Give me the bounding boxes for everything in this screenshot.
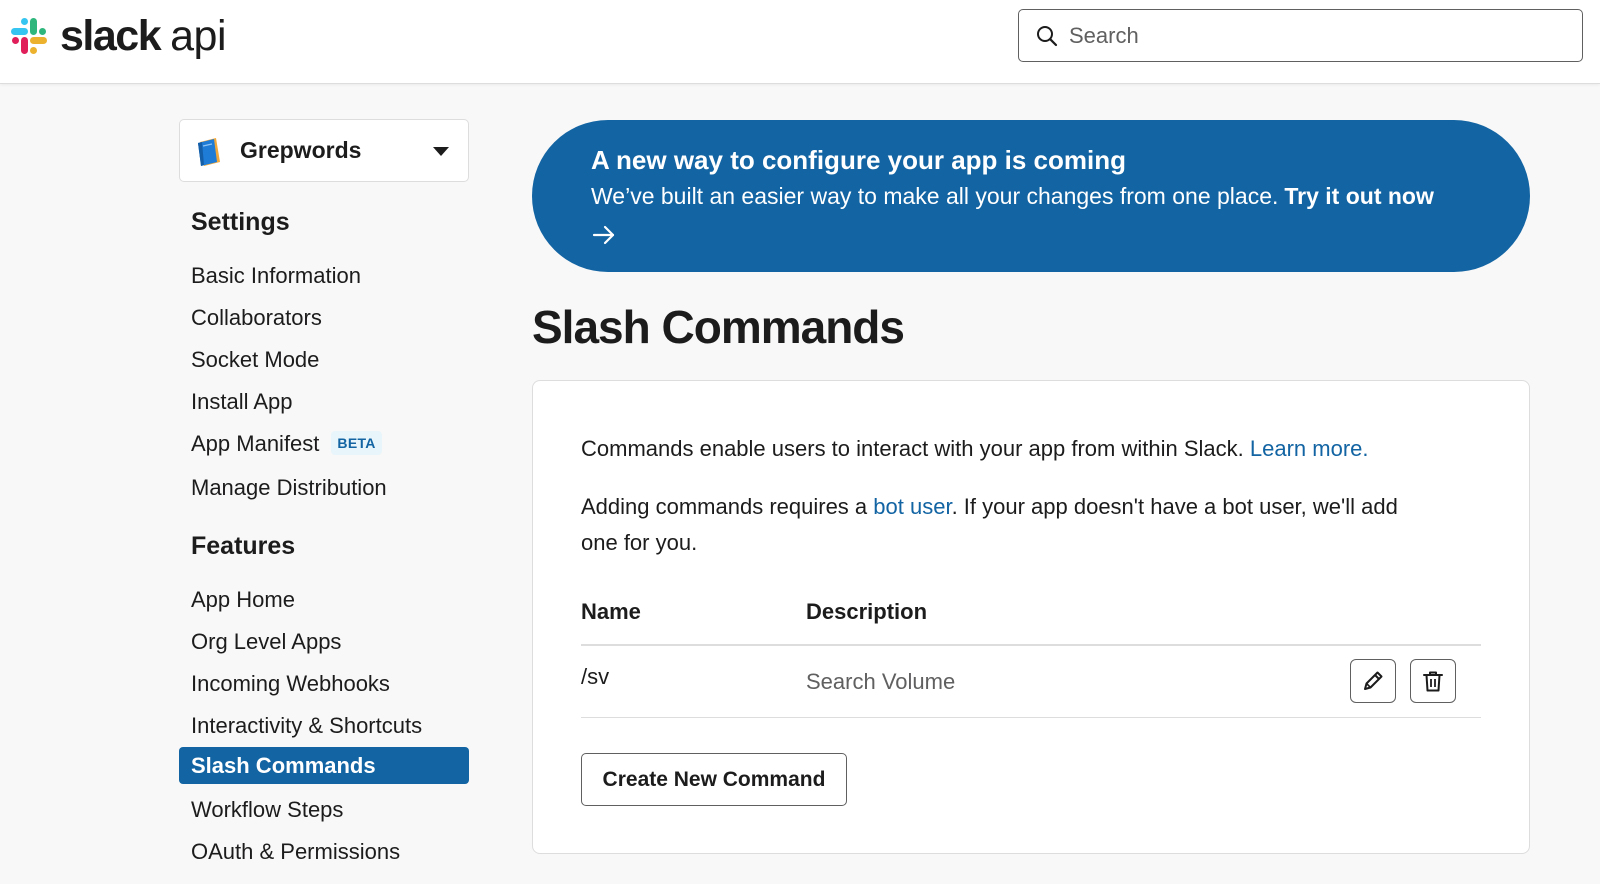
create-new-command-button[interactable]: Create New Command [581, 753, 847, 806]
sidebar-item-basic-information[interactable]: Basic Information [191, 263, 361, 289]
sidebar-item-install-app[interactable]: Install App [191, 389, 293, 415]
sidebar-item-app-home[interactable]: App Home [191, 587, 295, 613]
sidebar-item-label: Slash Commands [191, 753, 376, 778]
app-selector-dropdown[interactable]: Grepwords [179, 119, 469, 182]
table-row-divider [581, 717, 1481, 718]
search-input[interactable] [1069, 22, 1549, 49]
search-box[interactable] [1018, 9, 1583, 62]
logo-suffix: api [170, 11, 226, 60]
logo-word: slack [60, 11, 162, 60]
bot-text-before: Adding commands requires a [581, 494, 868, 519]
new-config-banner[interactable]: A new way to configure your app is comin… [532, 120, 1530, 272]
beta-badge: BETA [331, 431, 382, 456]
top-header: slack api [0, 0, 1600, 84]
caret-down-icon [433, 146, 449, 156]
intro-text: Commands enable users to interact with y… [581, 436, 1244, 461]
bot-text-after: . If your app doesn't have a bot user, w… [951, 494, 1398, 519]
book-icon [198, 137, 220, 166]
pencil-icon [1364, 671, 1383, 690]
sidebar-item-collaborators[interactable]: Collaborators [191, 305, 322, 331]
slash-commands-card: Commands enable users to interact with y… [532, 380, 1530, 854]
sidebar-item-incoming-webhooks[interactable]: Incoming Webhooks [191, 671, 390, 697]
bot-user-link[interactable]: bot user [873, 494, 951, 519]
sidebar-item-app-manifest[interactable]: App Manifest BETA [191, 431, 382, 457]
arrow-right-icon[interactable] [591, 222, 617, 248]
slack-api-logo[interactable]: slack api [8, 8, 226, 64]
delete-command-button[interactable] [1410, 659, 1456, 703]
sidebar-item-label: App Manifest [191, 431, 320, 456]
edit-command-button[interactable] [1350, 659, 1396, 703]
features-heading: Features [191, 532, 296, 560]
sidebar-item-socket-mode[interactable]: Socket Mode [191, 347, 319, 373]
slack-hash-icon [11, 18, 47, 54]
table-header-divider [581, 644, 1481, 646]
settings-heading: Settings [191, 208, 290, 236]
sidebar-item-manage-distribution[interactable]: Manage Distribution [191, 475, 387, 501]
sidebar-item-workflow-steps[interactable]: Workflow Steps [191, 797, 343, 823]
bot-user-paragraph: Adding commands requires a bot user. If … [581, 489, 1398, 561]
sidebar-item-oauth-permissions[interactable]: OAuth & Permissions [191, 839, 400, 865]
trash-icon [1423, 671, 1443, 692]
banner-body-text: We’ve built an easier way to make all yo… [591, 183, 1279, 209]
banner-body: We’ve built an easier way to make all yo… [591, 183, 1434, 210]
command-name: /sv [581, 664, 610, 689]
search-icon [1037, 25, 1058, 46]
column-header-name: Name [581, 599, 641, 624]
bot-text-line2: one for you. [581, 530, 698, 555]
app-name: Grepwords [240, 137, 362, 163]
column-header-description: Description [806, 599, 928, 624]
sidebar-item-slash-commands[interactable]: Slash Commands [179, 747, 469, 784]
banner-title: A new way to configure your app is comin… [591, 145, 1126, 175]
learn-more-link[interactable]: Learn more. [1250, 436, 1369, 461]
sidebar-item-org-level-apps[interactable]: Org Level Apps [191, 629, 341, 655]
command-description: Search Volume [806, 669, 956, 694]
page-title: Slash Commands [532, 301, 905, 353]
sidebar-item-interactivity-shortcuts[interactable]: Interactivity & Shortcuts [191, 713, 422, 739]
intro-paragraph: Commands enable users to interact with y… [581, 431, 1369, 467]
try-it-out-link[interactable]: Try it out now [1284, 183, 1434, 209]
